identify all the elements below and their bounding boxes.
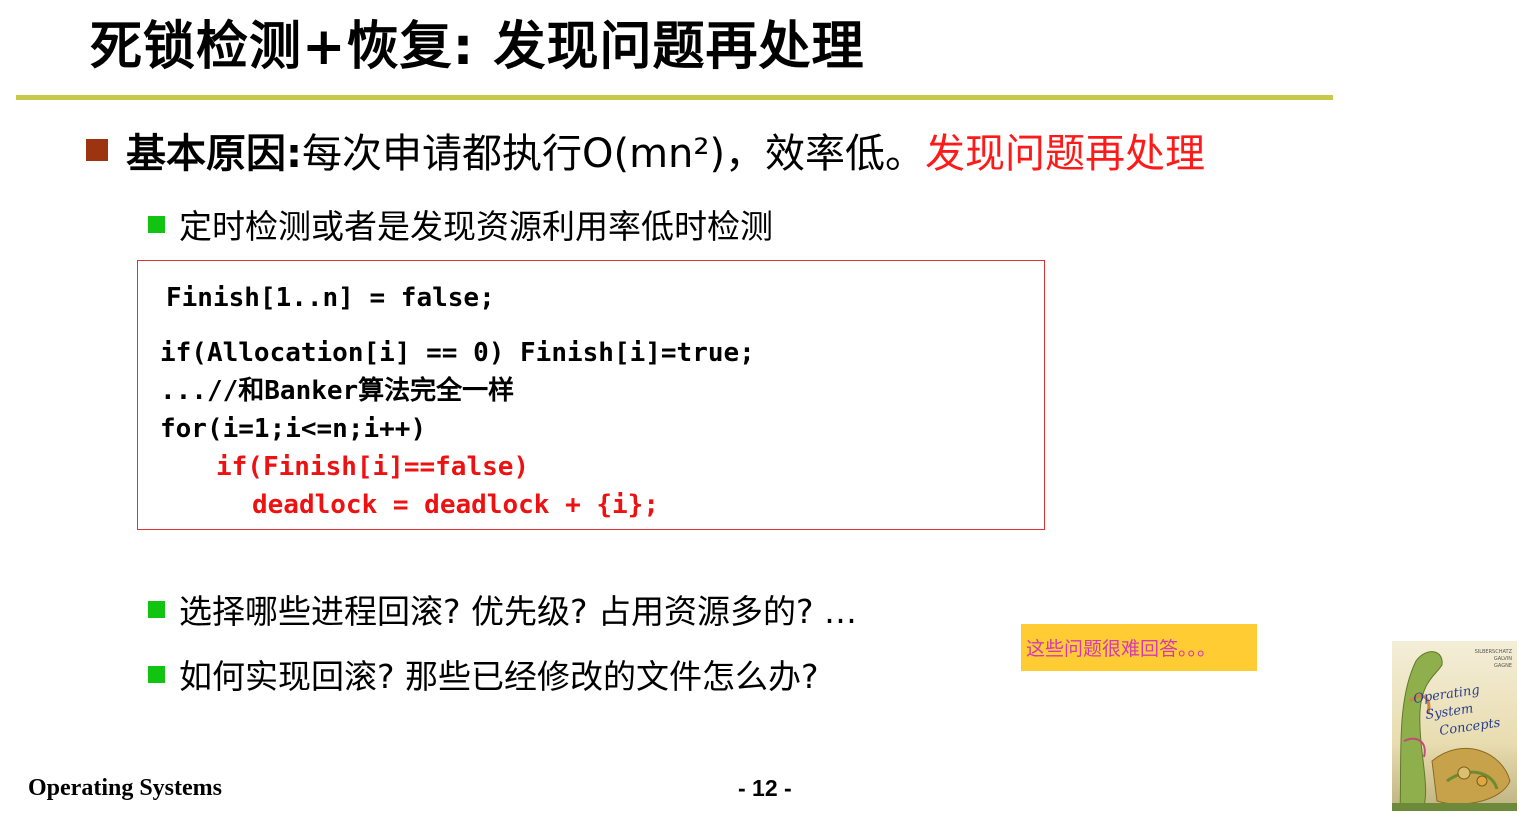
code-line: if(Finish[i]==false) bbox=[216, 452, 530, 482]
footer-page-number: - 12 - bbox=[738, 775, 792, 801]
code-line: deadlock = deadlock + {i}; bbox=[252, 490, 659, 520]
book-cover-author: GAGNE bbox=[1494, 663, 1512, 669]
code-line: ...//和Banker算法完全一样 bbox=[160, 376, 515, 406]
book-cover-author: GALVIN bbox=[1494, 656, 1512, 662]
title-divider bbox=[16, 95, 1333, 100]
square-bullet-icon bbox=[148, 600, 165, 618]
main-bullet-prefix: 基本原因: bbox=[126, 131, 302, 177]
sub-bullet: 选择哪些进程回滚? 优先级? 占用资源多的? … bbox=[148, 587, 857, 631]
square-bullet-icon bbox=[148, 665, 165, 683]
sub-bullet-text: 选择哪些进程回滚? 优先级? 占用资源多的? … bbox=[179, 592, 858, 631]
main-bullet: 基本原因: 每次申请都执行O(mn²)，效率低。 发现问题再处理 bbox=[86, 122, 1205, 178]
book-cover-author: SILBERSCHATZ bbox=[1475, 649, 1513, 655]
sub-bullet-text: 如何实现回滚? 那些已经修改的文件怎么办? bbox=[179, 657, 819, 696]
code-line: for(i=1;i<=n;i++) bbox=[160, 414, 427, 444]
note-callout: 这些问题很难回答。。。 bbox=[1021, 624, 1257, 671]
main-bullet-text: 每次申请都执行O(mn²)，效率低。 bbox=[302, 131, 926, 177]
sub-bullet: 如何实现回滚? 那些已经修改的文件怎么办? bbox=[148, 652, 819, 696]
square-bullet-icon bbox=[148, 215, 165, 233]
book-cover-image: SILBERSCHATZ GALVIN GAGNE Operating Syst… bbox=[1392, 641, 1517, 812]
slide-title: 死锁检测+恢复: 发现问题再处理 bbox=[90, 17, 865, 77]
code-line: Finish[1..n] = false; bbox=[166, 283, 495, 313]
sub-bullet: 定时检测或者是发现资源利用率低时检测 bbox=[148, 202, 773, 246]
sub-bullet-text: 定时检测或者是发现资源利用率低时检测 bbox=[179, 207, 773, 246]
note-text: 这些问题很难回答。。。 bbox=[1026, 638, 1217, 660]
code-line: if(Allocation[i] == 0) Finish[i]=true; bbox=[160, 338, 755, 368]
code-block: Finish[1..n] = false; if(Allocation[i] =… bbox=[137, 260, 1045, 530]
footer-course: Operating Systems bbox=[28, 775, 222, 801]
square-bullet-icon bbox=[86, 139, 108, 161]
main-bullet-highlight: 发现问题再处理 bbox=[925, 131, 1206, 177]
